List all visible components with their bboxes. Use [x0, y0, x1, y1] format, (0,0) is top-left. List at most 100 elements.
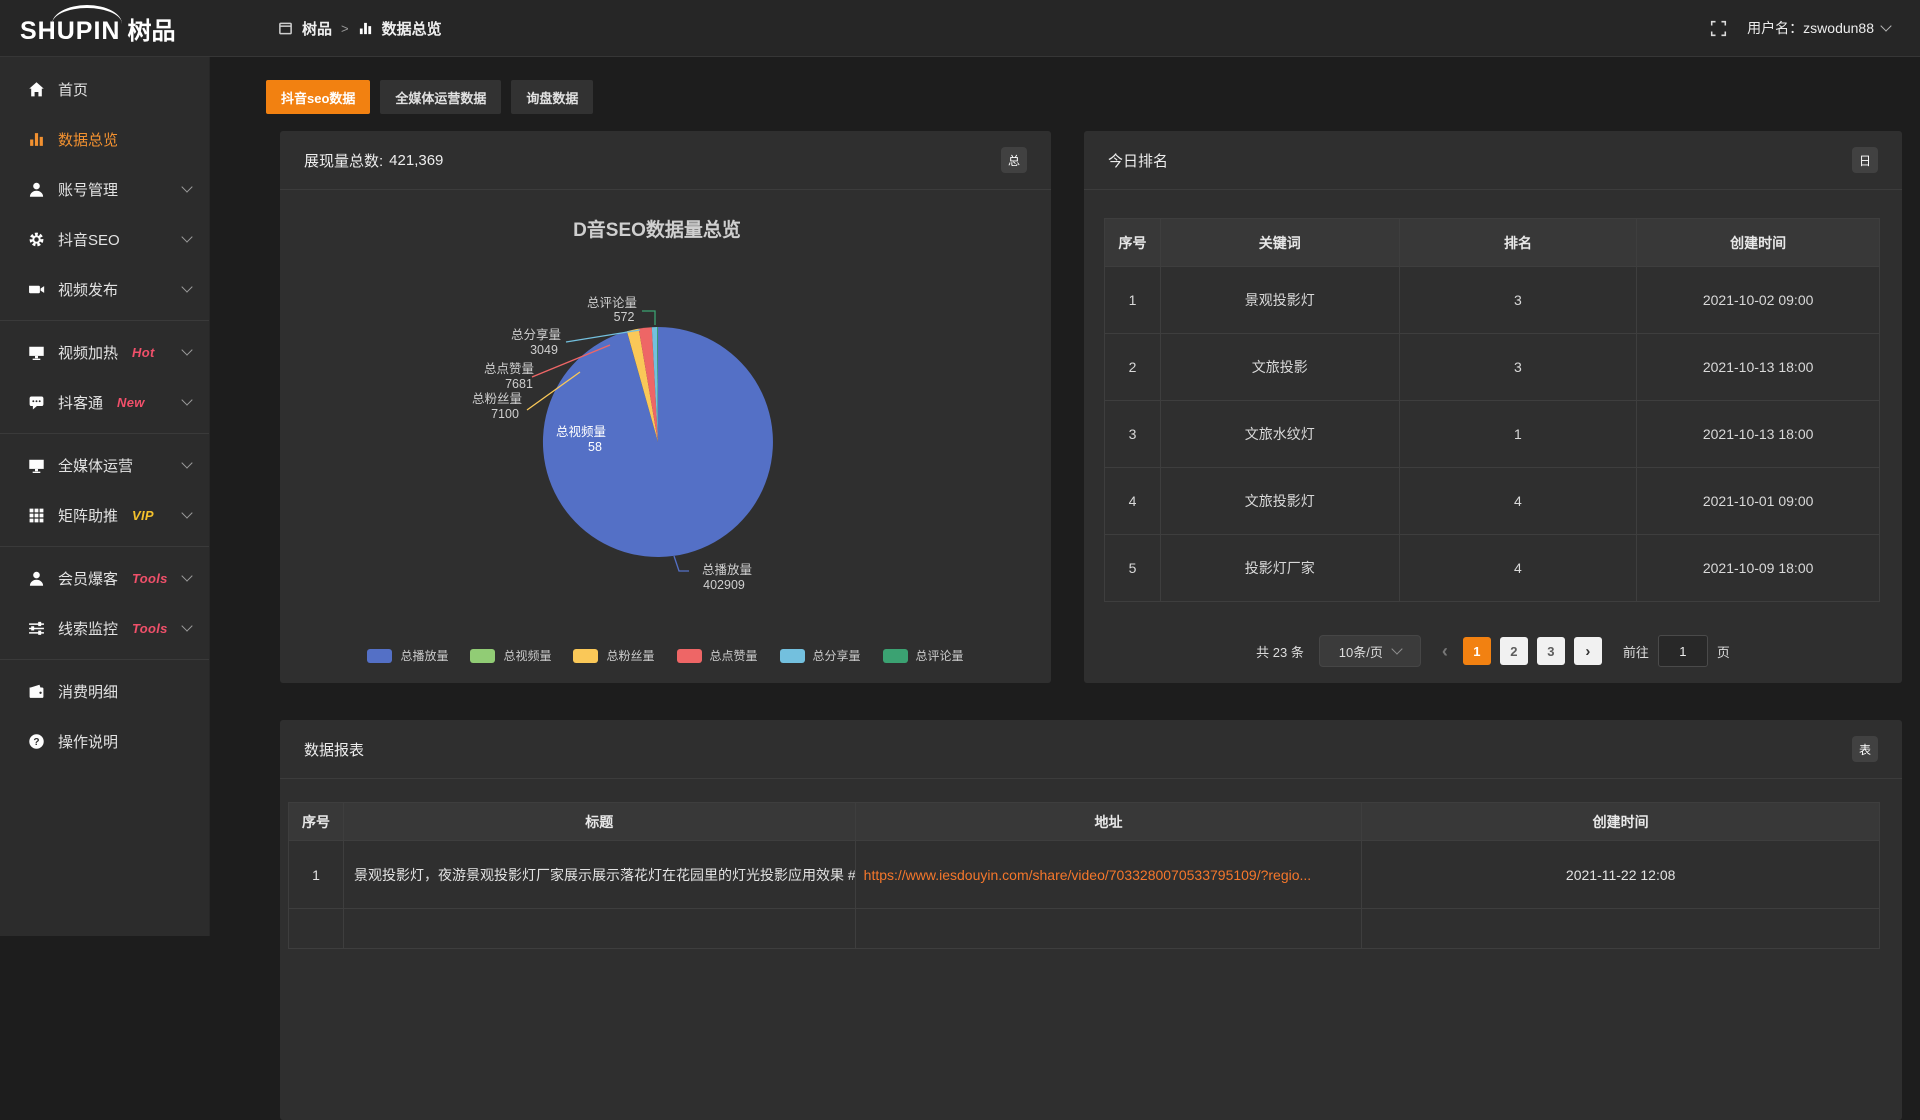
sidebar-item[interactable]: 线索监控 Tools	[0, 603, 209, 653]
data-tabs: 抖音seo数据 全媒体运营数据 询盘数据	[266, 80, 593, 114]
day-badge-button[interactable]: 日	[1852, 147, 1878, 173]
page-button[interactable]: 1	[1463, 637, 1491, 665]
legend-swatch	[470, 649, 495, 663]
sidebar-item[interactable]: 抖音SEO	[0, 214, 209, 264]
data-report-panel: 数据报表 表 序号 标题 地址 创建时间 1 景观投影灯，夜游景观投影灯厂家展示…	[280, 720, 1902, 1120]
created-time: 2021-11-22 12:08	[1362, 841, 1880, 909]
page-button[interactable]: 3	[1537, 637, 1565, 665]
tab[interactable]: 全媒体运营数据	[380, 80, 501, 114]
bar-chart-icon	[358, 21, 373, 36]
table-cell: 1	[1105, 267, 1161, 334]
sidebar-item[interactable]: 消费明细	[0, 666, 209, 716]
chevron-down-icon	[181, 344, 192, 355]
legend-swatch	[367, 649, 392, 663]
total-badge-button[interactable]: 总	[1001, 147, 1027, 173]
impressions-total-value: 421,369	[389, 152, 443, 169]
legend-item[interactable]: 总点赞量	[677, 647, 758, 664]
sidebar-item[interactable]: 账号管理	[0, 164, 209, 214]
sidebar-item[interactable]: 操作说明	[0, 716, 209, 766]
column-header: 关键词	[1161, 219, 1400, 267]
sidebar-item[interactable]: 会员爆客 Tools	[0, 553, 209, 603]
table-header-row: 序号关键词排名创建时间	[1105, 219, 1880, 267]
sliders-icon	[28, 620, 45, 637]
legend-item[interactable]: 总评论量	[883, 647, 964, 664]
pagination: 共 23 条 10条/页 ‹ 123 › 前往 页	[1084, 635, 1902, 667]
chevron-down-icon	[181, 620, 192, 631]
sidebar-item-badge: VIP	[132, 508, 154, 523]
topbar-actions: 用户名：zswodun88	[1710, 18, 1920, 38]
prev-page-icon[interactable]: ‹	[1436, 641, 1454, 662]
table-row-partial	[289, 909, 1880, 949]
logo-arc	[52, 5, 122, 24]
fullscreen-icon[interactable]	[1710, 20, 1727, 37]
column-header: 序号	[1105, 219, 1161, 267]
chat-icon	[28, 394, 45, 411]
page-button[interactable]: 2	[1500, 637, 1528, 665]
chevron-down-icon	[1391, 643, 1402, 654]
sidebar-item[interactable]: 抖客通 New	[0, 377, 209, 427]
pie-label-shares-value: 3049	[530, 343, 558, 357]
sidebar-item[interactable]: 矩阵助推 VIP	[0, 490, 209, 540]
table-row: 3文旅水纹灯12021-10-13 18:00	[1105, 401, 1880, 468]
table-cell: 4	[1400, 535, 1638, 602]
table-badge-button[interactable]: 表	[1852, 736, 1878, 762]
table-cell: 景观投影灯	[1161, 267, 1400, 334]
tab[interactable]: 询盘数据	[511, 80, 593, 114]
legend-label: 总点赞量	[710, 647, 758, 664]
sidebar-item[interactable]: 数据总览	[0, 114, 209, 164]
chevron-down-icon	[181, 507, 192, 518]
breadcrumb-item[interactable]: 树品	[302, 18, 332, 39]
panel-header: 展现量总数: 421,369 总	[280, 131, 1051, 190]
legend-item[interactable]: 总播放量	[367, 647, 448, 664]
legend-item[interactable]: 总视频量	[470, 647, 551, 664]
window-icon	[278, 21, 293, 36]
page-size-select[interactable]: 10条/页	[1319, 635, 1421, 667]
table-cell: 2021-10-02 09:00	[1637, 267, 1880, 334]
chart-legend: 总播放量 总视频量 总粉丝量 总点赞量 总分享量	[280, 647, 1051, 664]
table-cell: 2	[1105, 334, 1161, 401]
monitor-icon	[28, 457, 45, 474]
legend-label: 总粉丝量	[606, 647, 654, 664]
home-icon	[28, 81, 45, 98]
pie-label-fans-name: 总粉丝量	[472, 391, 522, 406]
panel-header: 数据报表 表	[280, 720, 1902, 779]
video-icon	[28, 281, 45, 298]
sidebar-item-badge: Hot	[132, 345, 155, 360]
label-line-comments	[642, 311, 655, 325]
legend-item[interactable]: 总粉丝量	[573, 647, 654, 664]
sidebar-item[interactable]: 视频加热 Hot	[0, 327, 209, 377]
sidebar-item-badge: New	[117, 395, 145, 410]
goto-unit: 页	[1717, 642, 1730, 661]
gear-icon	[28, 231, 45, 248]
next-page-button[interactable]: ›	[1574, 637, 1602, 665]
legend-label: 总分享量	[813, 647, 861, 664]
user-menu[interactable]: 用户名：zswodun88	[1747, 18, 1890, 38]
legend-label: 总视频量	[503, 647, 551, 664]
page-size-value: 10条/页	[1339, 642, 1383, 661]
video-link[interactable]: https://www.iesdouyin.com/share/video/70…	[856, 841, 1363, 909]
chevron-down-icon	[1880, 20, 1891, 31]
monitor-icon	[28, 344, 45, 361]
table-row: 5投影灯厂家42021-10-09 18:00	[1105, 535, 1880, 602]
sidebar-item-badge: Tools	[132, 621, 168, 636]
today-ranking-panel: 今日排名 日 序号关键词排名创建时间 1景观投影灯32021-10-02 09:…	[1084, 131, 1902, 683]
sidebar-item[interactable]: 全媒体运营	[0, 440, 209, 490]
table-cell: 文旅投影灯	[1161, 468, 1400, 535]
pie-label-comments-name: 总评论量	[587, 296, 637, 310]
tab[interactable]: 抖音seo数据	[266, 80, 370, 114]
sidebar-item-label: 全媒体运营	[58, 455, 133, 476]
question-icon	[28, 733, 45, 750]
impressions-total-label: 展现量总数:	[304, 150, 383, 171]
table-cell: 4	[1400, 468, 1638, 535]
sidebar-item[interactable]: 首页	[0, 64, 209, 114]
legend-item[interactable]: 总分享量	[780, 647, 861, 664]
pie-label-shares-name: 总分享量	[511, 327, 561, 342]
sidebar-item[interactable]: 视频发布	[0, 264, 209, 314]
page-buttons: 123	[1463, 637, 1565, 665]
column-header: 创建时间	[1637, 219, 1880, 267]
sidebar-item-label: 操作说明	[58, 731, 118, 752]
total-count: 共 23 条	[1256, 642, 1304, 661]
goto-page-input[interactable]	[1658, 635, 1708, 667]
grid-icon	[28, 507, 45, 524]
bar-chart-icon	[28, 131, 45, 148]
